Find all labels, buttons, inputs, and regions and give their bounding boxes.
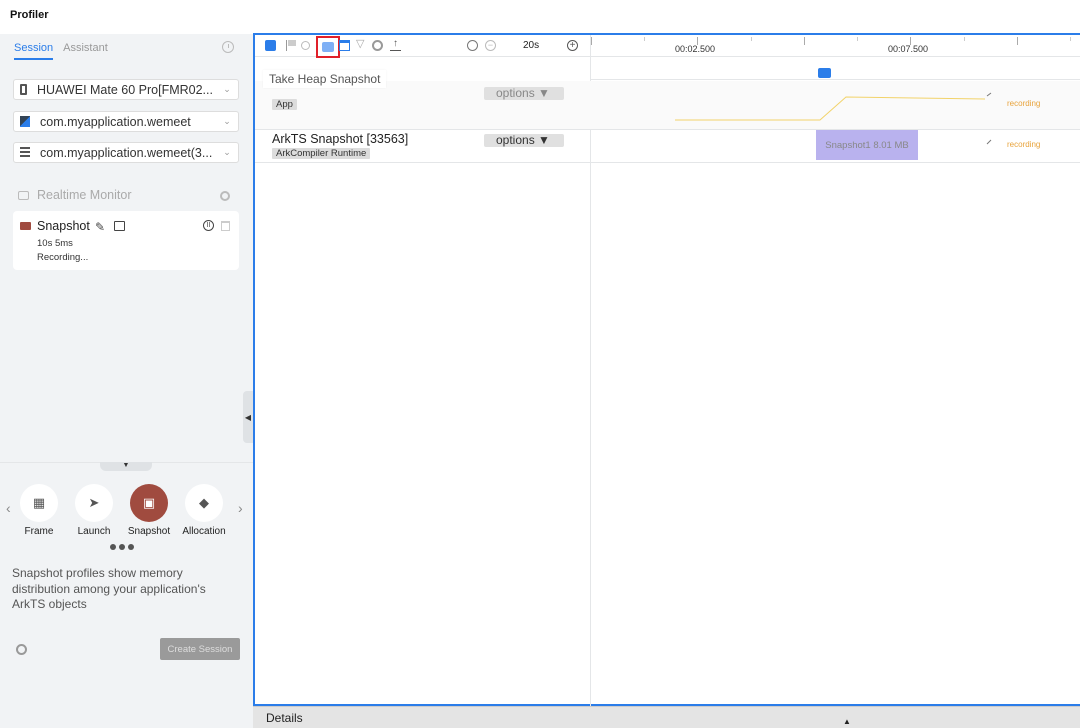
session-name: Snapshot	[37, 219, 90, 233]
memory-line-chart	[675, 92, 992, 121]
app-select[interactable]: com.myapplication.wemeet ⌄	[13, 111, 239, 132]
chevron-right-icon[interactable]: ›	[238, 500, 243, 516]
process-select[interactable]: com.myapplication.wemeet(3... ⌄	[13, 142, 239, 163]
chevron-down-icon: ⌄	[223, 116, 231, 126]
rocket-icon: ➤	[75, 484, 113, 522]
collapse-panel-handle[interactable]: ◀	[243, 391, 253, 443]
session-type-description: Snapshot profiles show memory distributi…	[12, 566, 206, 611]
app-title: Profiler	[10, 9, 49, 21]
camera-icon	[20, 222, 31, 230]
time-ruler: 00:02.500 00:07.500	[591, 35, 1080, 57]
session-tabs: Session Assistant	[14, 42, 108, 60]
options-dropdown[interactable]: options ▼	[484, 87, 564, 100]
session-type-carousel: ‹ ▦ Frame ➤ Launch ▣ Snapshot ◆ Allocati…	[0, 484, 253, 544]
expand-handle[interactable]: ▼	[100, 462, 152, 471]
options-label: options	[496, 133, 535, 147]
gear-icon[interactable]	[220, 191, 230, 201]
tab-session[interactable]: Session	[14, 42, 54, 60]
session-type-frame[interactable]: ▦ Frame	[9, 484, 69, 537]
flag-icon[interactable]	[286, 40, 297, 51]
time-tick-label: 00:07.500	[888, 44, 929, 54]
options-label: options	[496, 86, 535, 100]
phone-icon	[20, 84, 27, 95]
session-type-label: Launch	[77, 526, 111, 537]
details-label: Details	[266, 711, 303, 725]
title-bar: Profiler	[0, 0, 1080, 34]
device-select-value: HUAWEI Mate 60 Pro[FMR02...	[37, 82, 213, 97]
snapshot-block[interactable]: Snapshot1 8.01 MB	[816, 130, 918, 160]
recording-label: recording	[1007, 140, 1041, 149]
document-icon[interactable]	[114, 221, 125, 231]
create-session-button[interactable]: Create Session	[160, 638, 240, 660]
track-row-arkts-snapshot[interactable]: ArkTS Snapshot [33563] ArkCompiler Runti…	[255, 130, 1080, 163]
pause-icon[interactable]: II	[203, 220, 214, 231]
chevron-up-icon[interactable]: ▲	[843, 717, 851, 726]
realtime-monitor[interactable]: Realtime Monitor	[18, 188, 131, 202]
trash-icon[interactable]	[221, 221, 230, 231]
toolbar: ▽ ↑ − 20s +	[255, 35, 590, 58]
left-panel: Session Assistant HUAWEI Mate 60 Pro[FMR…	[0, 34, 253, 728]
cube-icon: ◆	[185, 484, 223, 522]
snapshot-name: Snapshot1	[825, 139, 871, 151]
track-row-app[interactable]: App options ▼ recording	[255, 81, 1080, 130]
app-select-value: com.myapplication.wemeet	[40, 114, 191, 129]
app-icon	[20, 116, 30, 127]
record-icon[interactable]	[301, 41, 310, 50]
realtime-monitor-label: Realtime Monitor	[37, 188, 132, 202]
details-bar[interactable]: Details ▲	[253, 706, 1080, 728]
zoom-in-icon[interactable]: +	[567, 40, 578, 51]
chevron-down-icon: ⌄	[223, 84, 231, 94]
history-icon[interactable]	[222, 41, 234, 53]
settings-gear-icon[interactable]	[16, 644, 27, 655]
session-status: Recording...	[37, 252, 89, 263]
tab-assistant[interactable]: Assistant	[63, 42, 108, 60]
process-icon	[20, 147, 30, 158]
gc-icon[interactable]	[339, 40, 350, 51]
session-type-label: Allocation	[182, 526, 226, 537]
camera-icon[interactable]	[818, 68, 831, 78]
track-tag: ArkCompiler Runtime	[272, 148, 371, 159]
process-select-value: com.myapplication.wemeet(3...	[40, 145, 213, 160]
camera-icon: ▣	[130, 484, 168, 522]
track-title: ArkTS Snapshot [33563]	[272, 132, 409, 146]
timeline-panel: ▽ ↑ − 20s + 00:02.500 00:07.500 App opti…	[253, 33, 1080, 706]
edit-icon[interactable]: ✎	[95, 220, 105, 234]
session-type-label: Snapshot	[127, 526, 171, 537]
zoom-reset-icon[interactable]	[467, 40, 478, 51]
session-type-snapshot[interactable]: ▣ Snapshot	[119, 484, 179, 537]
duration-label: 20s	[523, 40, 540, 51]
tooltip: Take Heap Snapshot	[263, 70, 387, 88]
stop-icon[interactable]	[265, 40, 276, 51]
take-heap-snapshot-button[interactable]	[316, 36, 340, 58]
chevron-down-icon: ⌄	[223, 147, 231, 157]
session-type-label: Frame	[24, 526, 54, 537]
snapshot-marker-row	[591, 58, 1080, 80]
recording-label: recording	[1007, 99, 1041, 108]
snapshot-size: 8.01 MB	[873, 139, 909, 151]
gear-icon[interactable]	[372, 40, 383, 51]
filter-icon[interactable]: ▽	[356, 38, 367, 50]
zoom-out-icon[interactable]: −	[485, 40, 496, 51]
session-card[interactable]: Snapshot ✎ 10s 5ms Recording... II	[13, 211, 239, 270]
monitor-icon	[18, 190, 29, 200]
frame-icon: ▦	[20, 484, 58, 522]
export-icon[interactable]: ↑	[390, 39, 401, 51]
session-type-allocation[interactable]: ◆ Allocation	[174, 484, 234, 537]
session-duration: 10s 5ms	[37, 238, 73, 249]
options-dropdown[interactable]: options ▼	[484, 134, 564, 147]
device-select[interactable]: HUAWEI Mate 60 Pro[FMR02... ⌄	[13, 79, 239, 100]
time-tick-label: 00:02.500	[675, 44, 716, 54]
carousel-pagination[interactable]	[110, 544, 134, 550]
track-tag: App	[272, 99, 297, 110]
recording-tick	[986, 139, 992, 145]
session-type-launch[interactable]: ➤ Launch	[64, 484, 124, 537]
